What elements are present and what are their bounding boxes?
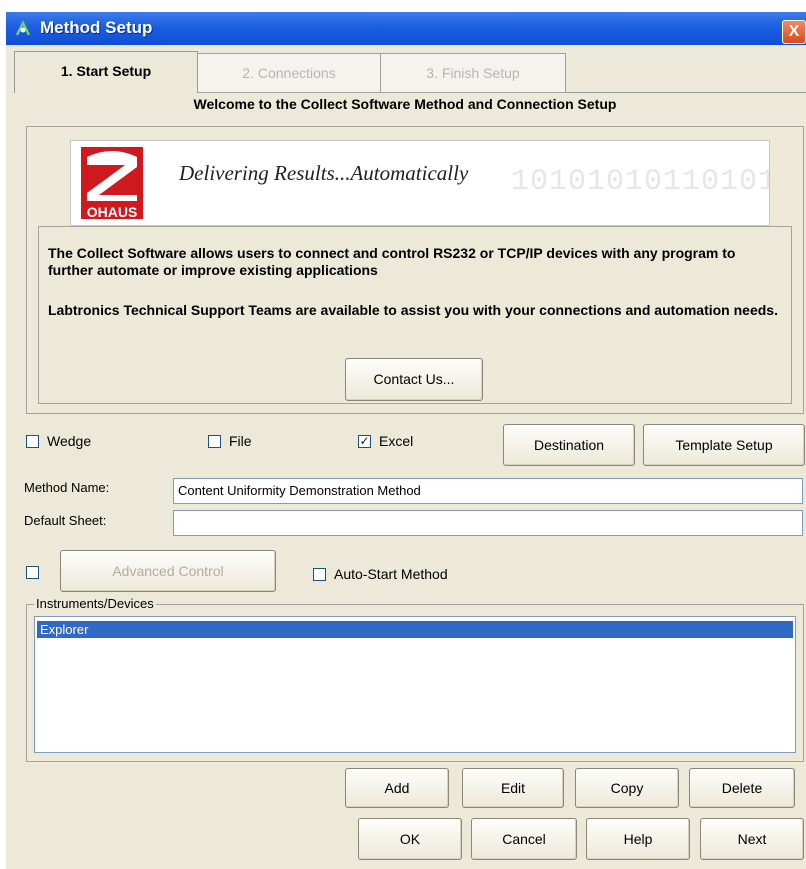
ohaus-logo: OHAUS [81, 147, 143, 220]
wedge-option[interactable]: Wedge [26, 433, 91, 449]
auto-start-checkbox[interactable] [313, 567, 326, 581]
copy-button[interactable]: Copy [575, 768, 679, 808]
ohaus-banner: 1010101011010101010 OHAUS Delivering Res… [70, 140, 770, 226]
template-setup-button[interactable]: Template Setup [643, 424, 805, 466]
wedge-label: Wedge [47, 433, 92, 449]
ok-button[interactable]: OK [358, 818, 462, 860]
delete-button[interactable]: Delete [689, 768, 795, 808]
excel-label: Excel [379, 433, 414, 449]
default-sheet-field[interactable] [173, 510, 803, 536]
tab-start-setup[interactable]: 1. Start Setup [14, 51, 198, 93]
banner-tagline: Delivering Results...Automatically [179, 161, 469, 185]
help-button[interactable]: Help [586, 818, 690, 860]
list-item[interactable]: Explorer [37, 621, 793, 638]
title-bar[interactable]: Method Setup X [6, 12, 806, 45]
wedge-checkbox[interactable] [26, 434, 39, 448]
instruments-list[interactable]: Explorer [34, 616, 796, 753]
advanced-control-checkbox[interactable] [26, 566, 39, 579]
default-sheet-label: Default Sheet: [24, 513, 107, 528]
instruments-label: Instruments/Devices [34, 596, 156, 611]
banner-binary-watermark: 1010101011010101010 [511, 165, 770, 199]
tab-finish-setup[interactable]: 3. Finish Setup [380, 53, 566, 93]
welcome-heading: Welcome to the Collect Software Method a… [193, 96, 617, 112]
description-para-2: Labtronics Technical Support Teams are a… [48, 302, 778, 318]
destination-button[interactable]: Destination [503, 424, 635, 466]
window-title: Method Setup [40, 18, 153, 37]
method-name-field[interactable]: Content Uniformity Demonstration Method [173, 478, 803, 504]
file-checkbox[interactable] [208, 434, 221, 448]
description-para-1: The Collect Software allows users to con… [48, 245, 736, 278]
app-icon [14, 20, 32, 38]
auto-start-label: Auto-Start Method [334, 566, 448, 582]
excel-checkbox[interactable]: ✓ [358, 434, 371, 448]
advanced-control-button: Advanced Control [60, 550, 276, 592]
file-label: File [229, 433, 252, 449]
file-option[interactable]: File [208, 433, 252, 449]
add-button[interactable]: Add [345, 768, 449, 808]
excel-option[interactable]: ✓ Excel [358, 433, 413, 449]
method-name-label: Method Name: [24, 480, 110, 495]
close-button[interactable]: X [782, 20, 806, 44]
auto-start-option[interactable]: Auto-Start Method [313, 566, 448, 582]
tab-connections[interactable]: 2. Connections [196, 53, 382, 93]
svg-text:OHAUS: OHAUS [87, 204, 138, 219]
advanced-control-toggle[interactable] [26, 566, 47, 579]
cancel-button[interactable]: Cancel [471, 818, 577, 860]
next-button[interactable]: Next [700, 818, 804, 860]
contact-us-button[interactable]: Contact Us... [345, 358, 483, 401]
edit-button[interactable]: Edit [462, 768, 564, 808]
